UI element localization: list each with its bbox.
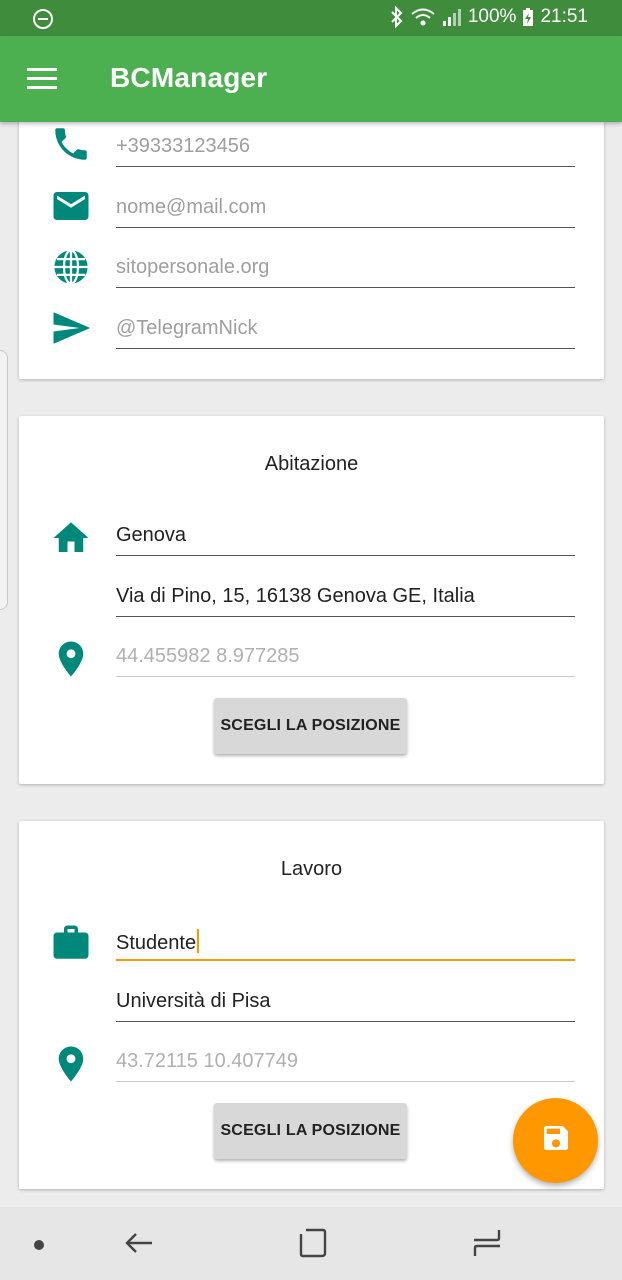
work-card-title: Lavoro bbox=[280, 858, 343, 880]
contacts-card: +39333123456 nome@mail.com sitopersonale… bbox=[19, 122, 604, 379]
recent-apps-icon[interactable] bbox=[298, 1228, 328, 1263]
home-coords-field[interactable]: 44.455982 8.977285 bbox=[116, 637, 575, 677]
content-scroll[interactable]: +39333123456 nome@mail.com sitopersonale… bbox=[0, 122, 622, 1207]
email-icon bbox=[50, 185, 92, 227]
do-not-disturb-icon bbox=[32, 8, 54, 30]
phone-icon bbox=[50, 123, 92, 165]
website-field[interactable]: sitopersonale.org bbox=[116, 248, 575, 288]
back-icon[interactable] bbox=[124, 1228, 154, 1263]
home-icon bbox=[50, 517, 92, 559]
save-button[interactable] bbox=[513, 1098, 598, 1183]
email-field[interactable]: nome@mail.com bbox=[116, 188, 575, 228]
work-job-value: Studente bbox=[116, 932, 197, 954]
home-choose-position-button[interactable]: SCEGLI LA POSIZIONE bbox=[214, 698, 407, 754]
text-cursor bbox=[197, 929, 200, 953]
nav-dot-icon[interactable] bbox=[33, 1238, 45, 1256]
save-icon bbox=[540, 1122, 572, 1159]
home-nav-icon[interactable] bbox=[472, 1228, 502, 1263]
app-bar: BCManager bbox=[0, 36, 622, 122]
battery-level: 100% bbox=[467, 6, 517, 27]
briefcase-icon bbox=[50, 922, 92, 964]
location-pin-icon bbox=[50, 1043, 92, 1085]
home-city-field[interactable]: Genova bbox=[116, 516, 575, 556]
wifi-icon bbox=[410, 7, 436, 27]
navigation-bar bbox=[0, 1207, 622, 1280]
work-place-field[interactable]: Università di Pisa bbox=[116, 982, 575, 1022]
home-card-title: Abitazione bbox=[264, 453, 359, 475]
menu-icon[interactable] bbox=[26, 66, 58, 92]
telegram-field[interactable]: @TelegramNick bbox=[116, 309, 575, 349]
send-icon bbox=[50, 307, 92, 349]
app-title: BCManager bbox=[110, 62, 268, 93]
status-bar: 100% 21:51 bbox=[0, 0, 622, 36]
work-choose-position-button[interactable]: SCEGLI LA POSIZIONE bbox=[214, 1103, 407, 1159]
location-pin-icon bbox=[50, 638, 92, 680]
signal-icon bbox=[442, 7, 462, 27]
home-address-field[interactable]: Via di Pino, 15, 16138 Genova GE, Italia bbox=[116, 577, 575, 617]
battery-icon bbox=[522, 7, 534, 27]
clock: 21:51 bbox=[540, 6, 588, 27]
work-job-field[interactable]: Studente bbox=[116, 921, 575, 961]
globe-icon bbox=[50, 246, 92, 288]
edge-panel-handle[interactable] bbox=[0, 350, 8, 610]
work-coords-field[interactable]: 43.72115 10.407749 bbox=[116, 1042, 575, 1082]
bluetooth-icon bbox=[390, 6, 404, 28]
phone-field[interactable]: +39333123456 bbox=[116, 127, 575, 167]
home-card: Abitazione Genova Via di Pino, 15, 16138… bbox=[19, 416, 604, 784]
